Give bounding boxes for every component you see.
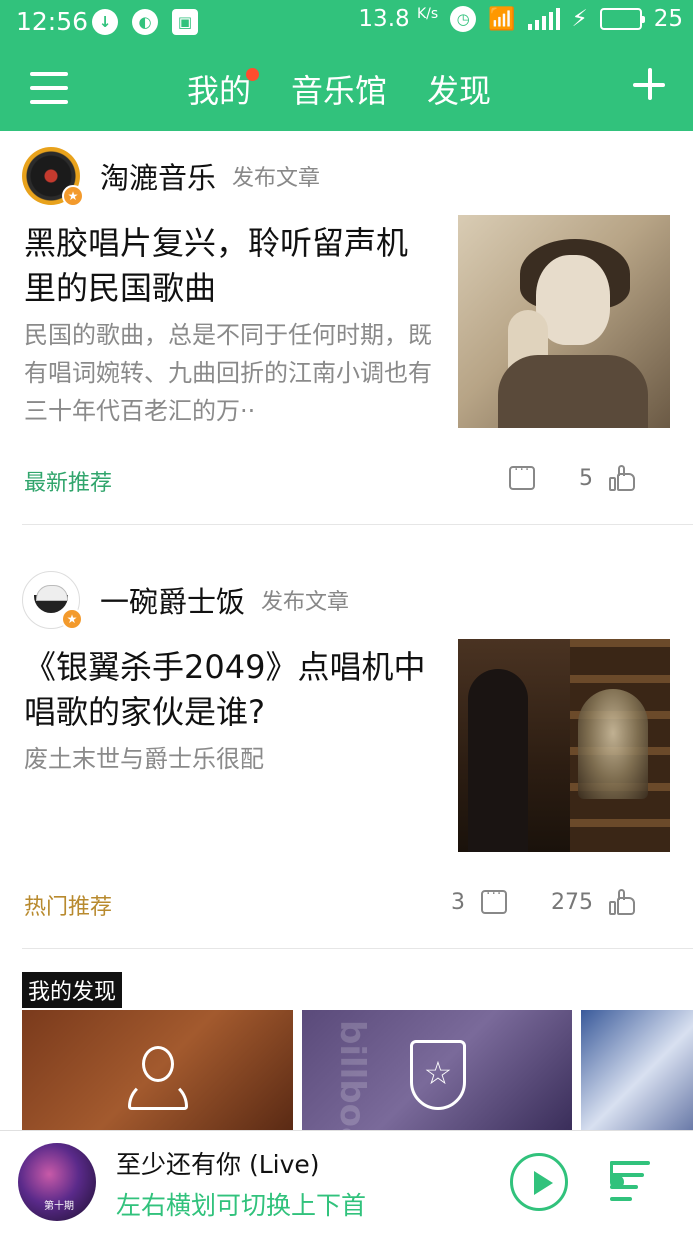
article-summary: 民国的歌曲，总是不同于任何时期，既有唱词婉转、九曲回折的江南小调也有三十年代百老…	[24, 321, 432, 425]
divider	[22, 524, 693, 525]
notification-dot	[246, 68, 260, 81]
author-name[interactable]: 一碗爵士饭	[100, 579, 245, 621]
song-title: 至少还有你 (Live)	[116, 1150, 320, 1179]
comment-icon[interactable]	[509, 462, 535, 490]
author-row: ★ 一碗爵士饭 发布文章	[22, 571, 350, 630]
tab-music-hall[interactable]: 音乐馆	[291, 66, 387, 112]
article-stats: 3 275	[451, 886, 635, 915]
author-avatar[interactable]: ★	[22, 147, 84, 207]
gallery-icon: ▣	[172, 9, 198, 35]
recommend-tag: 最新推荐	[24, 471, 113, 496]
article-thumbnail[interactable]	[458, 215, 670, 428]
author-row: ★ 淘漉音乐 发布文章	[22, 147, 321, 207]
add-icon[interactable]	[631, 66, 669, 104]
tab-mine[interactable]: 我的	[187, 66, 260, 112]
discovery-card[interactable]: billboard ☆	[302, 1010, 572, 1130]
album-art[interactable]: 第十期	[18, 1143, 96, 1221]
swipe-hint: 左右横划可切换上下首	[116, 1191, 367, 1220]
article-title[interactable]: 《银翼杀手2049》点唱机中唱歌的家伙是谁?	[24, 645, 434, 735]
network-speed: 13.8 K/s	[358, 6, 439, 32]
main-tabs: 我的 音乐馆 发现	[187, 66, 491, 112]
status-left-icons: ↓ ◐ ▣	[92, 9, 198, 35]
divider	[22, 948, 693, 949]
comment-icon[interactable]	[481, 886, 507, 914]
verified-star-icon: ★	[61, 608, 83, 630]
charging-icon: ⚡	[571, 6, 588, 32]
notification-icon: ↓	[92, 9, 118, 35]
article-card[interactable]: ★ 一碗爵士饭 发布文章 《银翼杀手2049》点唱机中唱歌的家伙是谁? 废土末世…	[0, 555, 693, 950]
battery-level: 25	[653, 6, 683, 32]
author-action: 发布文章	[261, 590, 350, 615]
like-count: 5	[579, 465, 593, 491]
battery-icon	[599, 8, 645, 30]
wifi-icon: 📶	[488, 6, 516, 32]
recommend-tag: 热门推荐	[24, 895, 113, 920]
menu-icon[interactable]	[30, 72, 68, 104]
article-thumbnail[interactable]	[458, 639, 670, 852]
verified-star-icon: ★	[62, 185, 84, 207]
sync-icon: ◐	[132, 9, 158, 35]
discovery-card[interactable]	[22, 1010, 293, 1130]
author-action: 发布文章	[232, 166, 321, 191]
shield-star-icon: ☆	[410, 1040, 466, 1110]
like-icon[interactable]	[609, 889, 635, 915]
person-icon	[128, 1046, 188, 1110]
status-bar: 12:56 ↓ ◐ ▣ 13.8 K/s ◷ 📶 ⚡ 25	[0, 0, 693, 44]
discovery-card[interactable]	[581, 1010, 693, 1130]
author-avatar[interactable]: ★	[22, 571, 83, 630]
playlist-icon[interactable]	[610, 1161, 662, 1205]
status-time: 12:56	[16, 7, 89, 36]
author-name[interactable]: 淘漉音乐	[100, 155, 216, 197]
article-stats: 5	[509, 462, 635, 491]
card-overlay-text: billboard	[332, 1020, 372, 1130]
alarm-icon: ◷	[450, 6, 477, 32]
header-nav: 我的 音乐馆 发现	[0, 44, 693, 131]
comment-count: 3	[451, 889, 465, 915]
signal-icon	[527, 8, 560, 30]
top-bar: 12:56 ↓ ◐ ▣ 13.8 K/s ◷ 📶 ⚡ 25 我的 音乐馆 发现	[0, 0, 693, 131]
status-right: 13.8 K/s ◷ 📶 ⚡ 25	[358, 6, 683, 32]
tab-discover[interactable]: 发现	[427, 66, 491, 112]
article-title[interactable]: 黑胶唱片复兴，聆听留声机里的民国歌曲	[24, 221, 434, 311]
article-summary: 废土末世与爵士乐很配	[24, 745, 264, 773]
discovery-label: 我的发现	[22, 972, 123, 1008]
mini-player[interactable]: 第十期 至少还有你 (Live) 左右横划可切换上下首	[0, 1130, 693, 1235]
article-card[interactable]: ★ 淘漉音乐 发布文章 黑胶唱片复兴，聆听留声机里的民国歌曲 民国的歌曲，总是不…	[0, 131, 693, 526]
like-count: 275	[551, 889, 593, 915]
play-button[interactable]	[510, 1153, 568, 1211]
like-icon[interactable]	[609, 465, 635, 491]
